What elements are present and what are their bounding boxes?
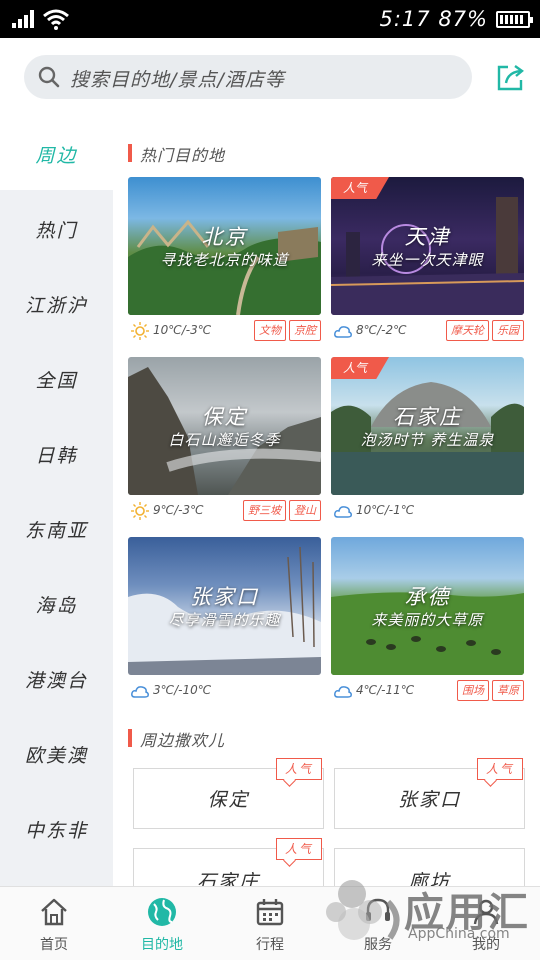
destination-image: 人气 石家庄 泡汤时节 养生温泉 bbox=[331, 357, 524, 495]
nav-service[interactable]: 服务 bbox=[324, 887, 432, 960]
hot-badge: 人气 bbox=[276, 838, 322, 860]
sidebar-item-nearby[interactable]: 周边 bbox=[0, 118, 113, 190]
signal-icon bbox=[12, 10, 36, 28]
destination-name: 北京 bbox=[201, 225, 248, 249]
nav-label: 行程 bbox=[256, 937, 284, 953]
destination-image: 张家口 尽享滑雪的乐趣 bbox=[128, 537, 321, 675]
nearby-item-langfang[interactable]: 廊坊 bbox=[334, 848, 525, 886]
temperature: 8℃/-2℃ bbox=[356, 323, 407, 337]
destination-slogan: 寻找老北京的味道 bbox=[160, 251, 289, 269]
destination-slogan: 来美丽的大草原 bbox=[371, 611, 484, 629]
hot-badge: 人气 bbox=[276, 758, 322, 780]
service-icon bbox=[366, 898, 390, 921]
search-input[interactable]: 搜索目的地/景点/酒店等 bbox=[24, 55, 472, 99]
destination-name: 承德 bbox=[404, 585, 451, 609]
tag: 乐园 bbox=[492, 320, 524, 341]
clock: 5:17 87% bbox=[379, 7, 488, 31]
weather-row: 10℃/-1℃ bbox=[331, 497, 524, 525]
destination-name: 石家庄 bbox=[393, 405, 462, 429]
share-icon[interactable] bbox=[494, 62, 526, 94]
destination-card-tianjin[interactable]: 人气 天津 来坐一次天津眼 8℃/-2℃ 摩天轮 乐园 bbox=[331, 177, 524, 345]
sidebar-item-hk-macau-tw[interactable]: 港澳台 bbox=[0, 643, 113, 715]
nav-destination[interactable]: 目的地 bbox=[108, 887, 216, 960]
tag: 围场 bbox=[457, 680, 489, 701]
wifi-icon bbox=[43, 9, 69, 30]
weather-row: 9℃/-3℃ 野三坡 登山 bbox=[128, 497, 321, 525]
destination-card-chengde[interactable]: 承德 来美丽的大草原 4℃/-11℃ 围场 草原 bbox=[331, 537, 524, 705]
weather-row: 8℃/-2℃ 摩天轮 乐园 bbox=[331, 317, 524, 345]
sidebar-item-islands[interactable]: 海岛 bbox=[0, 568, 113, 640]
nav-profile[interactable]: 我的 bbox=[432, 887, 540, 960]
destination-slogan: 尽享滑雪的乐趣 bbox=[168, 611, 281, 629]
temperature: 4℃/-11℃ bbox=[356, 683, 415, 697]
nav-label: 服务 bbox=[364, 937, 392, 953]
sunny-icon bbox=[131, 502, 149, 520]
nav-home[interactable]: 首页 bbox=[0, 887, 108, 960]
sidebar-item-jiangzhehu[interactable]: 江浙沪 bbox=[0, 268, 113, 340]
sidebar-item-hot[interactable]: 热门 bbox=[0, 193, 113, 265]
search-placeholder: 搜索目的地/景点/酒店等 bbox=[70, 69, 285, 91]
destination-image: 北京 寻找老北京的味道 bbox=[128, 177, 321, 315]
destination-card-shijiazhuang[interactable]: 人气 石家庄 泡汤时节 养生温泉 10℃/-1℃ bbox=[331, 357, 524, 525]
nearby-item-zhangjiakou[interactable]: 张家口 人气 bbox=[334, 758, 525, 829]
destination-name: 天津 bbox=[404, 225, 451, 249]
destination-content: 热门目的地 北京 寻找老北京的味道 10℃/-3℃ 文物 京腔 人气 天津 来坐… bbox=[113, 118, 540, 886]
weather-row: 4℃/-11℃ 围场 草原 bbox=[331, 677, 524, 705]
destination-image: 人气 天津 来坐一次天津眼 bbox=[331, 177, 524, 315]
nav-label: 目的地 bbox=[141, 937, 183, 953]
temperature: 10℃/-3℃ bbox=[153, 323, 212, 337]
destination-slogan: 白石山邂逅冬季 bbox=[168, 431, 281, 449]
sidebar-item-europe-america-au[interactable]: 欧美澳 bbox=[0, 718, 113, 790]
home-icon bbox=[41, 898, 67, 926]
destination-name: 张家口 bbox=[190, 585, 259, 609]
sidebar-item-southeast-asia[interactable]: 东南亚 bbox=[0, 493, 113, 565]
tag: 摩天轮 bbox=[446, 320, 489, 341]
sidebar-item-national[interactable]: 全国 bbox=[0, 343, 113, 415]
weather-row: 3℃/-10℃ bbox=[128, 677, 321, 705]
profile-icon bbox=[473, 899, 499, 925]
destination-slogan: 来坐一次天津眼 bbox=[371, 251, 484, 269]
destination-image: 保定 白石山邂逅冬季 bbox=[128, 357, 321, 495]
calendar-icon bbox=[256, 899, 284, 926]
destination-name: 保定 bbox=[201, 405, 248, 429]
tag: 野三坡 bbox=[243, 500, 286, 521]
destination-card-zhangjiakou[interactable]: 张家口 尽享滑雪的乐趣 3℃/-10℃ bbox=[128, 537, 321, 705]
temperature: 9℃/-3℃ bbox=[153, 503, 204, 517]
nav-label: 我的 bbox=[472, 937, 500, 953]
tag: 文物 bbox=[254, 320, 286, 341]
destination-card-baoding[interactable]: 保定 白石山邂逅冬季 9℃/-3℃ 野三坡 登山 bbox=[128, 357, 321, 525]
cloudy-icon bbox=[334, 326, 352, 338]
nav-itinerary[interactable]: 行程 bbox=[216, 887, 324, 960]
destination-image: 承德 来美丽的大草原 bbox=[331, 537, 524, 675]
weather-row: 10℃/-3℃ 文物 京腔 bbox=[128, 317, 321, 345]
bottom-nav: 首页 目的地 行程 服务 我的 bbox=[0, 886, 540, 960]
destination-slogan: 泡汤时节 养生温泉 bbox=[360, 431, 495, 449]
nearby-item-shijiazhuang[interactable]: 石家庄 人气 bbox=[133, 838, 324, 886]
cloudy-icon bbox=[131, 686, 149, 698]
hot-badge: 人气 bbox=[477, 758, 523, 780]
tag: 草原 bbox=[492, 680, 524, 701]
search-icon bbox=[38, 66, 60, 88]
cloudy-icon bbox=[334, 686, 352, 698]
globe-icon bbox=[148, 898, 176, 926]
temperature: 3℃/-10℃ bbox=[153, 683, 212, 697]
sidebar-item-middle-east-africa[interactable]: 中东非 bbox=[0, 793, 113, 865]
category-sidebar: 周边 热门 江浙沪 全国 日韩 东南亚 海岛 港澳台 欧美澳 中东非 bbox=[0, 118, 113, 886]
nav-label: 首页 bbox=[40, 937, 68, 953]
header: 搜索目的地/景点/酒店等 bbox=[0, 38, 540, 118]
battery-icon bbox=[496, 11, 533, 28]
status-bar: 5:17 87% bbox=[0, 0, 540, 38]
cloudy-icon bbox=[334, 506, 352, 518]
tag: 京腔 bbox=[289, 320, 321, 341]
section-title-nearby-fun: 周边撒欢儿 bbox=[128, 727, 225, 751]
tag: 登山 bbox=[289, 500, 321, 521]
temperature: 10℃/-1℃ bbox=[356, 503, 415, 517]
nearby-item-baoding[interactable]: 保定 人气 bbox=[133, 758, 324, 829]
section-title-hot-destinations: 热门目的地 bbox=[128, 142, 225, 166]
sunny-icon bbox=[131, 322, 149, 340]
sidebar-item-japan-korea[interactable]: 日韩 bbox=[0, 418, 113, 490]
destination-card-beijing[interactable]: 北京 寻找老北京的味道 10℃/-3℃ 文物 京腔 bbox=[128, 177, 321, 345]
